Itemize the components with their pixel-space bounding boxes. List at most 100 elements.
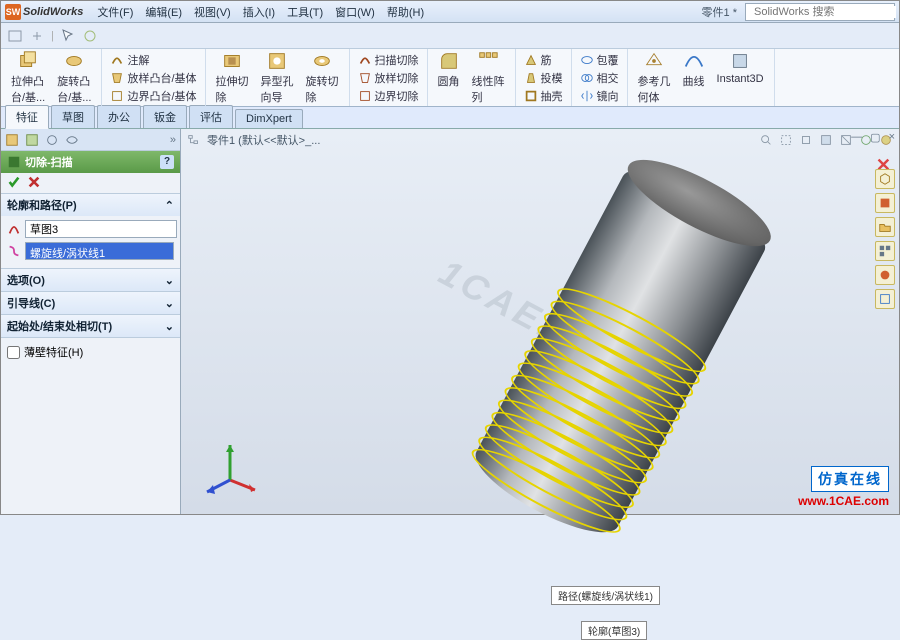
resources-tab[interactable] bbox=[875, 169, 895, 189]
section-profile-path[interactable]: 轮廓和路径(P) ⌃ bbox=[1, 194, 180, 216]
cursor-icon[interactable] bbox=[60, 28, 76, 44]
hole-wizard-button[interactable]: 异型孔 向导 bbox=[257, 48, 298, 107]
document-name: 零件1 * bbox=[694, 4, 745, 20]
curves-button[interactable]: 曲线 bbox=[679, 48, 709, 107]
tab-sketch[interactable]: 草图 bbox=[51, 105, 95, 128]
app-logo: SW bbox=[5, 4, 21, 20]
3d-viewport[interactable]: 零件1 (默认<<默认>_... — ▢ × ✕ 1CAE.COM bbox=[181, 129, 899, 514]
ribbon: 拉伸凸 台/基... 旋转凸 台/基... 注解 放样凸台/基体 边界凸台/基体… bbox=[1, 49, 899, 107]
design-lib-tab[interactable] bbox=[875, 193, 895, 213]
extrude-cut-button[interactable]: 拉伸切 除 bbox=[212, 48, 253, 107]
thin-checkbox-input[interactable] bbox=[7, 346, 20, 359]
qat-icon-4[interactable] bbox=[82, 28, 98, 44]
tree-icon[interactable] bbox=[187, 133, 201, 147]
help-icon[interactable]: ? bbox=[160, 155, 174, 169]
watermark-url: www.1CAE.com bbox=[798, 494, 889, 508]
app-brand: SolidWorks bbox=[23, 6, 83, 18]
menu-insert[interactable]: 插入(I) bbox=[237, 2, 281, 22]
intersect-button[interactable]: 相交 bbox=[578, 69, 621, 87]
menu-window[interactable]: 窗口(W) bbox=[329, 2, 381, 22]
feature-manager-panel: » 切除-扫描 ? 轮廓和路径(P) ⌃ 螺旋线/涡状线1 bbox=[1, 129, 181, 514]
3d-model bbox=[402, 131, 819, 606]
tab-office[interactable]: 办公 bbox=[97, 105, 141, 128]
zoom-area-icon[interactable] bbox=[779, 133, 793, 147]
ok-button[interactable] bbox=[7, 175, 21, 192]
sweep-button[interactable]: 注解 bbox=[108, 51, 151, 69]
pm-title-bar: 切除-扫描 ? bbox=[1, 151, 180, 173]
doc-path: 零件1 (默认<<默认>_... bbox=[207, 132, 320, 148]
ref-geometry-button[interactable]: 参考几 何体 bbox=[634, 48, 675, 107]
display-style-icon[interactable] bbox=[819, 133, 833, 147]
path-icon bbox=[7, 244, 21, 258]
pm-tab-icon[interactable] bbox=[25, 133, 39, 147]
wrap-button[interactable]: 包覆 bbox=[578, 51, 621, 69]
tab-sheetmetal[interactable]: 钣金 bbox=[143, 105, 187, 128]
menu-tools[interactable]: 工具(T) bbox=[281, 2, 329, 22]
chevron-down-icon: ⌄ bbox=[165, 274, 174, 287]
restore-icon[interactable]: ▢ bbox=[870, 131, 880, 144]
tab-dimxpert[interactable]: DimXpert bbox=[235, 109, 303, 128]
draft-button[interactable]: 投模 bbox=[522, 69, 565, 87]
menu-edit[interactable]: 编辑(E) bbox=[139, 2, 188, 22]
qat-icon-2[interactable] bbox=[29, 28, 45, 44]
display-tab-icon[interactable] bbox=[65, 133, 79, 147]
revolve-boss-button[interactable]: 旋转凸 台/基... bbox=[53, 48, 95, 107]
callout-profile[interactable]: 轮廓(草图3) bbox=[581, 621, 647, 640]
search-input[interactable] bbox=[754, 6, 896, 18]
search-box[interactable] bbox=[745, 3, 895, 21]
linear-pattern-button[interactable]: 线性阵 列 bbox=[468, 48, 509, 107]
loft-cut-button[interactable]: 放样切除 bbox=[356, 69, 421, 87]
custom-props-tab[interactable] bbox=[875, 289, 895, 309]
menu-view[interactable]: 视图(V) bbox=[188, 2, 237, 22]
instant3d-button[interactable]: Instant3D bbox=[713, 48, 768, 107]
task-pane bbox=[875, 169, 897, 309]
view-palette-tab[interactable] bbox=[875, 241, 895, 261]
appearances-tab[interactable] bbox=[875, 265, 895, 285]
watermark-footer: 仿真在线 www.1CAE.com bbox=[798, 466, 889, 508]
thin-feature-checkbox[interactable]: 薄壁特征(H) bbox=[7, 342, 174, 362]
section-options[interactable]: 选项(O) ⌄ bbox=[1, 269, 180, 291]
quick-access-toolbar: | bbox=[1, 23, 899, 49]
extrude-boss-button[interactable]: 拉伸凸 台/基... bbox=[7, 48, 49, 107]
loft-button[interactable]: 放样凸台/基体 bbox=[108, 69, 198, 87]
chevron-down-icon: ⌄ bbox=[165, 297, 174, 310]
panel-tabs: » bbox=[1, 129, 180, 151]
sweep-cut-button[interactable]: 扫描切除 bbox=[356, 51, 421, 69]
qat-icon-1[interactable] bbox=[7, 28, 23, 44]
path-input[interactable]: 螺旋线/涡状线1 bbox=[25, 242, 174, 260]
config-tab-icon[interactable] bbox=[45, 133, 59, 147]
rib-button[interactable]: 筋 bbox=[522, 51, 554, 69]
fm-tab-icon[interactable] bbox=[5, 133, 19, 147]
tab-evaluate[interactable]: 评估 bbox=[189, 105, 233, 128]
tab-features[interactable]: 特征 bbox=[5, 105, 49, 129]
mirror-button[interactable]: 镜向 bbox=[578, 87, 621, 105]
boundary-cut-button[interactable]: 边界切除 bbox=[356, 87, 421, 105]
minimize-icon[interactable]: — bbox=[851, 131, 862, 144]
shell-button[interactable]: 抽壳 bbox=[522, 87, 565, 105]
view-orient-icon[interactable] bbox=[799, 133, 813, 147]
boundary-button[interactable]: 边界凸台/基体 bbox=[108, 87, 198, 105]
cancel-button[interactable] bbox=[27, 175, 41, 192]
command-tabs: 特征 草图 办公 钣金 评估 DimXpert bbox=[1, 107, 899, 129]
viewport-toolbar: 零件1 (默认<<默认>_... bbox=[181, 129, 899, 151]
orientation-triad[interactable] bbox=[195, 430, 265, 500]
menu-file[interactable]: 文件(F) bbox=[91, 2, 139, 22]
revolve-cut-button[interactable]: 旋转切 除 bbox=[302, 48, 343, 107]
close-icon[interactable]: × bbox=[889, 131, 895, 144]
title-bar: SW SolidWorks 文件(F) 编辑(E) 视图(V) 插入(I) 工具… bbox=[1, 1, 899, 23]
profile-icon bbox=[7, 222, 21, 236]
section-guide[interactable]: 引导线(C) ⌄ bbox=[1, 292, 180, 314]
window-buttons: — ▢ × bbox=[851, 131, 895, 144]
callout-path[interactable]: 路径(螺旋线/涡状线1) bbox=[551, 586, 660, 605]
profile-input[interactable] bbox=[25, 220, 177, 238]
chevron-down-icon: ⌄ bbox=[165, 320, 174, 333]
pm-confirm-row bbox=[1, 173, 180, 193]
section-startend[interactable]: 起始处/结束处相切(T) ⌄ bbox=[1, 315, 180, 337]
chevron-up-icon: ⌃ bbox=[165, 199, 174, 212]
menu-help[interactable]: 帮助(H) bbox=[381, 2, 430, 22]
pm-title: 切除-扫描 bbox=[25, 154, 73, 170]
fillet-button[interactable]: 圆角 bbox=[434, 48, 464, 107]
zoom-fit-icon[interactable] bbox=[759, 133, 773, 147]
watermark-cn: 仿真在线 bbox=[811, 466, 889, 492]
file-explorer-tab[interactable] bbox=[875, 217, 895, 237]
